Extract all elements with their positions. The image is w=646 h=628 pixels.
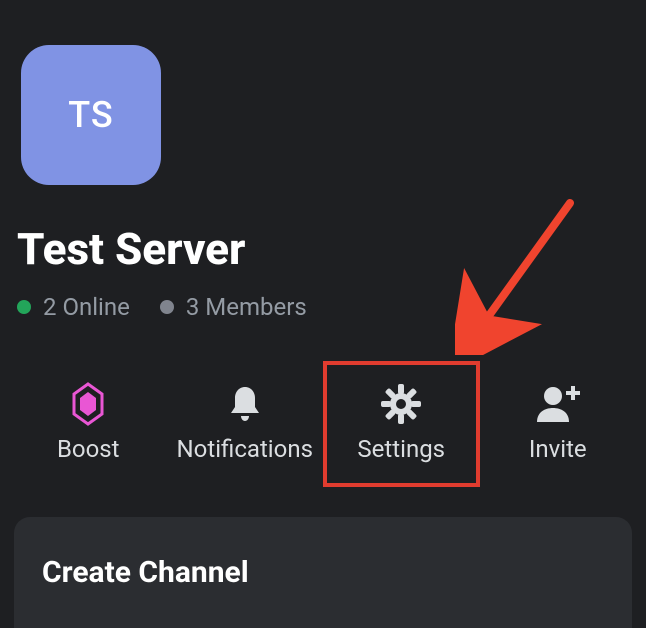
members-dot-icon xyxy=(160,300,174,314)
notifications-label: Notifications xyxy=(177,435,313,463)
invite-button[interactable]: Invite xyxy=(480,361,637,487)
boost-label: Boost xyxy=(57,435,120,463)
online-count: 2 Online xyxy=(17,293,130,321)
members-text: 3 Members xyxy=(186,293,307,321)
server-name: Test Server xyxy=(17,223,629,275)
online-text: 2 Online xyxy=(43,293,130,321)
server-avatar-initials: TS xyxy=(68,94,113,136)
server-avatar[interactable]: TS xyxy=(21,45,161,185)
settings-button[interactable]: Settings xyxy=(323,361,480,487)
invite-label: Invite xyxy=(529,435,587,463)
server-header: TS Test Server 2 Online 3 Members xyxy=(0,0,646,321)
server-actions-bar: Boost Notifications xyxy=(0,361,646,487)
online-dot-icon xyxy=(17,300,31,314)
bell-icon xyxy=(225,381,265,427)
members-count: 3 Members xyxy=(160,293,307,321)
boost-button[interactable]: Boost xyxy=(10,361,167,487)
notifications-button[interactable]: Notifications xyxy=(167,361,324,487)
create-channel-label: Create Channel xyxy=(42,555,249,590)
gear-icon xyxy=(379,381,423,427)
settings-label: Settings xyxy=(357,435,445,463)
server-status-row: 2 Online 3 Members xyxy=(17,293,629,321)
boost-icon xyxy=(70,381,106,427)
invite-icon xyxy=(533,381,583,427)
create-channel-button[interactable]: Create Channel xyxy=(14,517,632,628)
